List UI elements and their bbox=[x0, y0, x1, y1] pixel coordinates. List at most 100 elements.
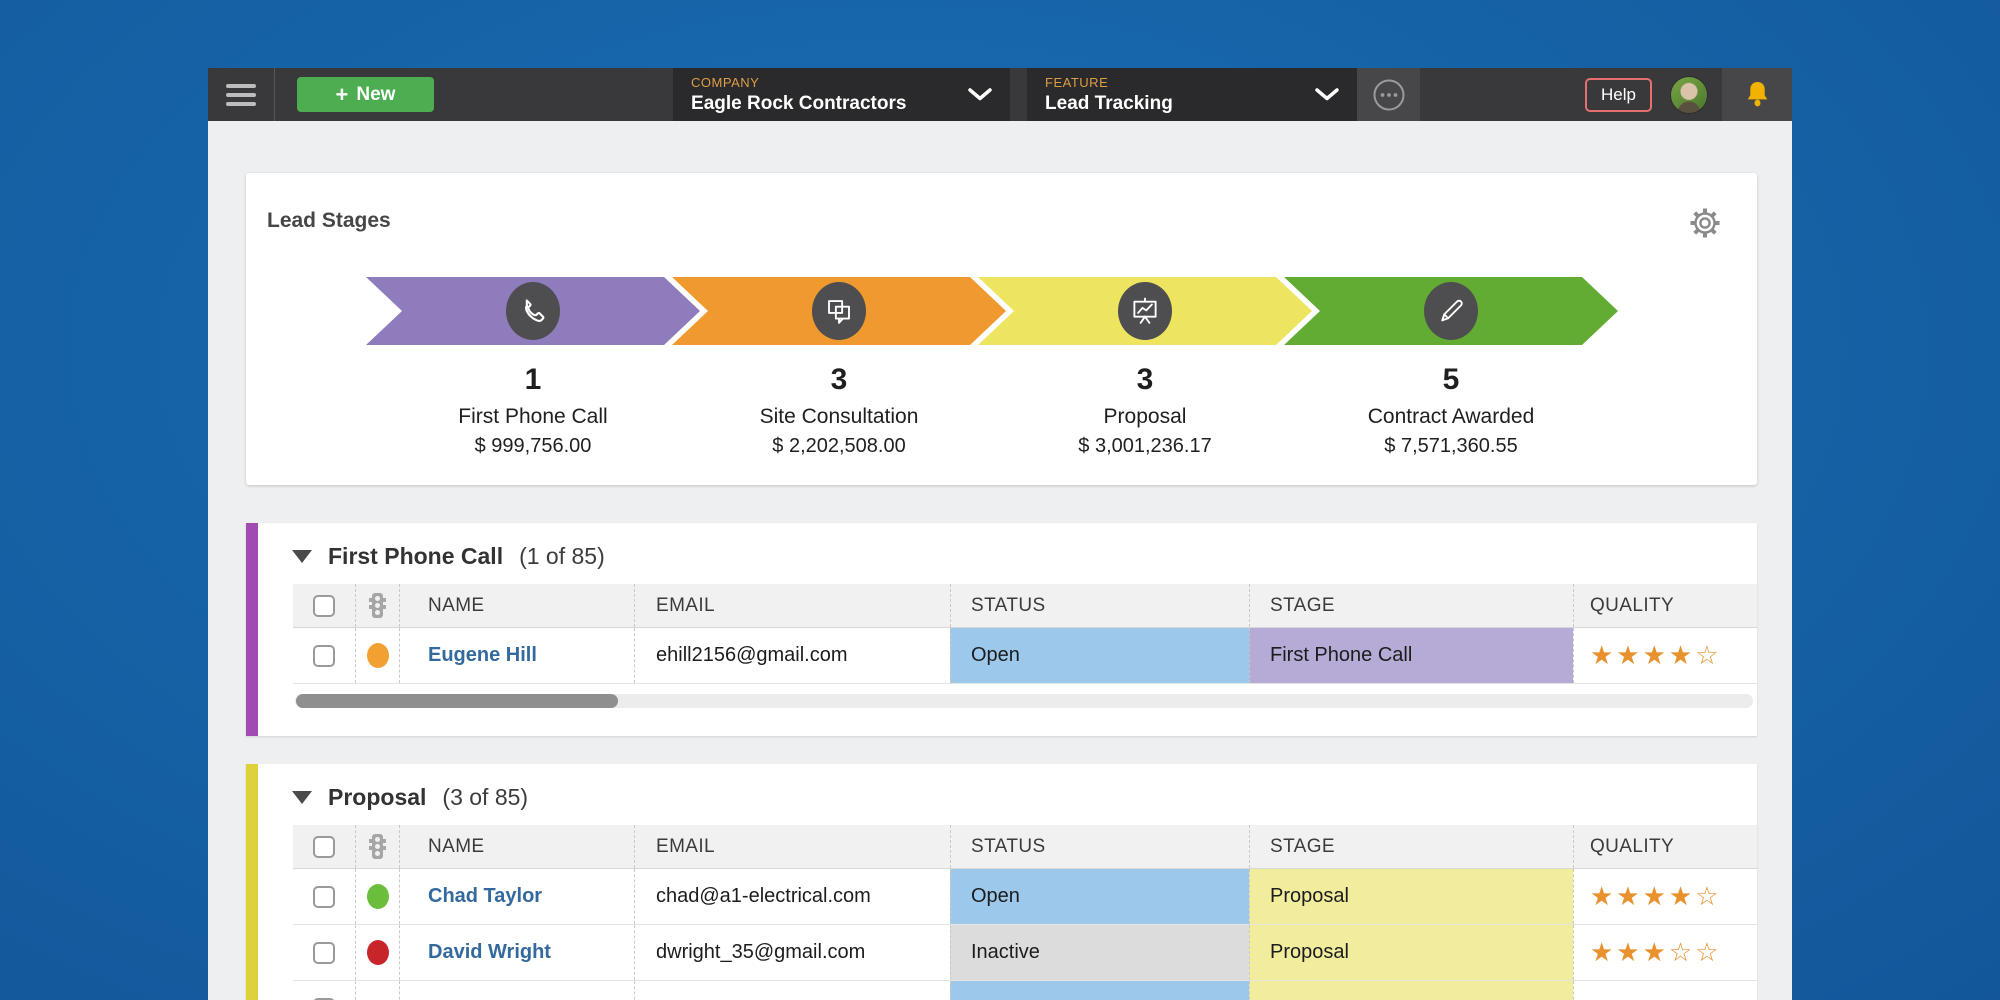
lead-status-cell: Inactive bbox=[950, 925, 1249, 980]
select-all-checkbox[interactable] bbox=[313, 836, 335, 858]
company-dropdown[interactable]: COMPANY Eagle Rock Contractors bbox=[673, 68, 1010, 121]
table-header-row: NAME EMAIL STATUS STAGE QUALITY bbox=[293, 584, 1757, 628]
feature-dropdown-value: Lead Tracking bbox=[1045, 93, 1173, 115]
stage-amount: $ 3,001,236.17 bbox=[978, 435, 1312, 458]
lead-email: dwright_35@gmail.com bbox=[656, 941, 865, 964]
section-title: First Phone Call bbox=[328, 543, 503, 570]
feature-dropdown[interactable]: FEATURE Lead Tracking bbox=[1027, 68, 1357, 121]
lead-status: Open bbox=[971, 885, 1020, 908]
gear-icon[interactable] bbox=[1689, 207, 1721, 239]
stage-stat-proposal: 3 Proposal $ 3,001,236.17 bbox=[978, 345, 1312, 458]
column-header-status[interactable]: STATUS bbox=[950, 584, 1249, 627]
stage-label: Proposal bbox=[978, 405, 1312, 429]
scrollbar-thumb[interactable] bbox=[296, 694, 618, 708]
select-all-checkbox[interactable] bbox=[313, 595, 335, 617]
table-row bbox=[293, 981, 1757, 1000]
column-header-stage[interactable]: STAGE bbox=[1249, 825, 1573, 868]
plus-icon: + bbox=[336, 84, 349, 106]
column-header-email[interactable]: EMAIL bbox=[634, 584, 950, 627]
section-accent-bar bbox=[246, 764, 258, 1000]
section-count: (3 of 85) bbox=[442, 784, 528, 811]
ellipsis-icon bbox=[1371, 77, 1407, 113]
column-header-stage[interactable]: STAGE bbox=[1249, 584, 1573, 627]
phone-icon bbox=[506, 282, 560, 340]
column-header-status[interactable]: STATUS bbox=[950, 825, 1249, 868]
feature-dropdown-label: FEATURE bbox=[1045, 75, 1173, 90]
column-header-name[interactable]: NAME bbox=[399, 584, 634, 627]
leads-table: NAME EMAIL STATUS STAGE QUALITY Eugene H… bbox=[293, 584, 1757, 684]
column-header-quality[interactable]: QUALITY bbox=[1573, 825, 1757, 868]
status-dot bbox=[367, 643, 389, 668]
stage-label: First Phone Call bbox=[366, 405, 700, 429]
lead-stage-cell: Proposal bbox=[1249, 925, 1573, 980]
horizontal-scrollbar[interactable] bbox=[295, 694, 1753, 708]
notifications-button[interactable] bbox=[1722, 68, 1792, 121]
funnel-stage-proposal[interactable] bbox=[978, 277, 1312, 345]
section-header-first-phone-call[interactable]: First Phone Call (1 of 85) bbox=[246, 523, 1757, 584]
new-button-label: New bbox=[356, 84, 395, 106]
app-window: + New COMPANY Eagle Rock Contractors FEA… bbox=[208, 68, 1792, 1000]
section-first-phone-call: First Phone Call (1 of 85) NAME EMAIL ST… bbox=[246, 523, 1757, 736]
section-proposal: Proposal (3 of 85) NAME EMAIL STATUS STA… bbox=[246, 764, 1757, 1000]
status-dot bbox=[367, 940, 389, 965]
quality-star-rating[interactable]: ★★★☆☆ bbox=[1590, 937, 1722, 968]
table-row: Eugene Hill ehill2156@gmail.com Open Fir… bbox=[293, 628, 1757, 684]
traffic-light-icon bbox=[355, 584, 399, 627]
chat-bubbles-icon bbox=[812, 282, 866, 340]
lead-status-cell: Open bbox=[950, 628, 1249, 683]
row-checkbox[interactable] bbox=[313, 942, 335, 964]
row-checkbox[interactable] bbox=[313, 645, 335, 667]
lead-stage: Proposal bbox=[1270, 941, 1349, 964]
stage-stat-site-consultation: 3 Site Consultation $ 2,202,508.00 bbox=[672, 345, 1006, 458]
stage-amount: $ 2,202,508.00 bbox=[672, 435, 1006, 458]
status-dot bbox=[367, 996, 389, 1000]
column-header-email[interactable]: EMAIL bbox=[634, 825, 950, 868]
new-button[interactable]: + New bbox=[297, 77, 434, 112]
table-row: David Wright dwright_35@gmail.com Inacti… bbox=[293, 925, 1757, 981]
lead-email: ehill2156@gmail.com bbox=[656, 644, 848, 667]
funnel-stage-contract-awarded[interactable] bbox=[1284, 277, 1618, 345]
company-dropdown-label: COMPANY bbox=[691, 75, 906, 90]
lead-name-link[interactable]: Chad Taylor bbox=[428, 885, 542, 908]
more-options-button[interactable] bbox=[1357, 68, 1420, 121]
chevron-down-icon bbox=[1315, 88, 1339, 101]
funnel-stage-stats: 1 First Phone Call $ 999,756.00 3 Site C… bbox=[366, 345, 1757, 458]
lead-name-link[interactable]: Eugene Hill bbox=[428, 644, 537, 667]
lead-status-cell: Open bbox=[950, 869, 1249, 924]
stage-label: Contract Awarded bbox=[1284, 405, 1618, 429]
stage-amount: $ 999,756.00 bbox=[366, 435, 700, 458]
column-header-name[interactable]: NAME bbox=[399, 825, 634, 868]
stage-count: 1 bbox=[366, 363, 700, 397]
lead-stages-card: Lead Stages bbox=[246, 173, 1757, 485]
column-header-quality[interactable]: QUALITY bbox=[1573, 584, 1757, 627]
lead-stage-cell: First Phone Call bbox=[1249, 628, 1573, 683]
lead-name-link[interactable]: David Wright bbox=[428, 941, 551, 964]
quality-star-rating[interactable]: ★★★★☆ bbox=[1590, 881, 1722, 912]
funnel-stage-site-consultation[interactable] bbox=[672, 277, 1006, 345]
quality-star-rating[interactable]: ★★★★☆ bbox=[1590, 640, 1722, 671]
lead-stage-cell bbox=[1249, 981, 1573, 1000]
lead-status: Inactive bbox=[971, 941, 1040, 964]
stage-count: 3 bbox=[672, 363, 1006, 397]
presentation-chart-icon bbox=[1118, 282, 1172, 340]
lead-status: Open bbox=[971, 644, 1020, 667]
funnel-stage-first-phone-call[interactable] bbox=[366, 277, 700, 345]
traffic-light-icon bbox=[355, 825, 399, 868]
pen-icon bbox=[1424, 282, 1478, 340]
bell-icon bbox=[1744, 80, 1771, 109]
lead-stage-cell: Proposal bbox=[1249, 869, 1573, 924]
hamburger-menu-icon[interactable] bbox=[208, 68, 274, 121]
help-button[interactable]: Help bbox=[1585, 78, 1652, 112]
user-avatar[interactable] bbox=[1670, 76, 1708, 114]
stage-amount: $ 7,571,360.55 bbox=[1284, 435, 1618, 458]
row-checkbox[interactable] bbox=[313, 886, 335, 908]
section-header-proposal[interactable]: Proposal (3 of 85) bbox=[246, 764, 1757, 825]
stage-count: 3 bbox=[978, 363, 1312, 397]
stage-count: 5 bbox=[1284, 363, 1618, 397]
stage-stat-first-phone-call: 1 First Phone Call $ 999,756.00 bbox=[366, 345, 700, 458]
top-navigation-bar: + New COMPANY Eagle Rock Contractors FEA… bbox=[208, 68, 1792, 121]
section-accent-bar bbox=[246, 523, 258, 736]
lead-stage: Proposal bbox=[1270, 885, 1349, 908]
lead-stages-title: Lead Stages bbox=[246, 173, 1757, 233]
company-dropdown-value: Eagle Rock Contractors bbox=[691, 93, 906, 115]
